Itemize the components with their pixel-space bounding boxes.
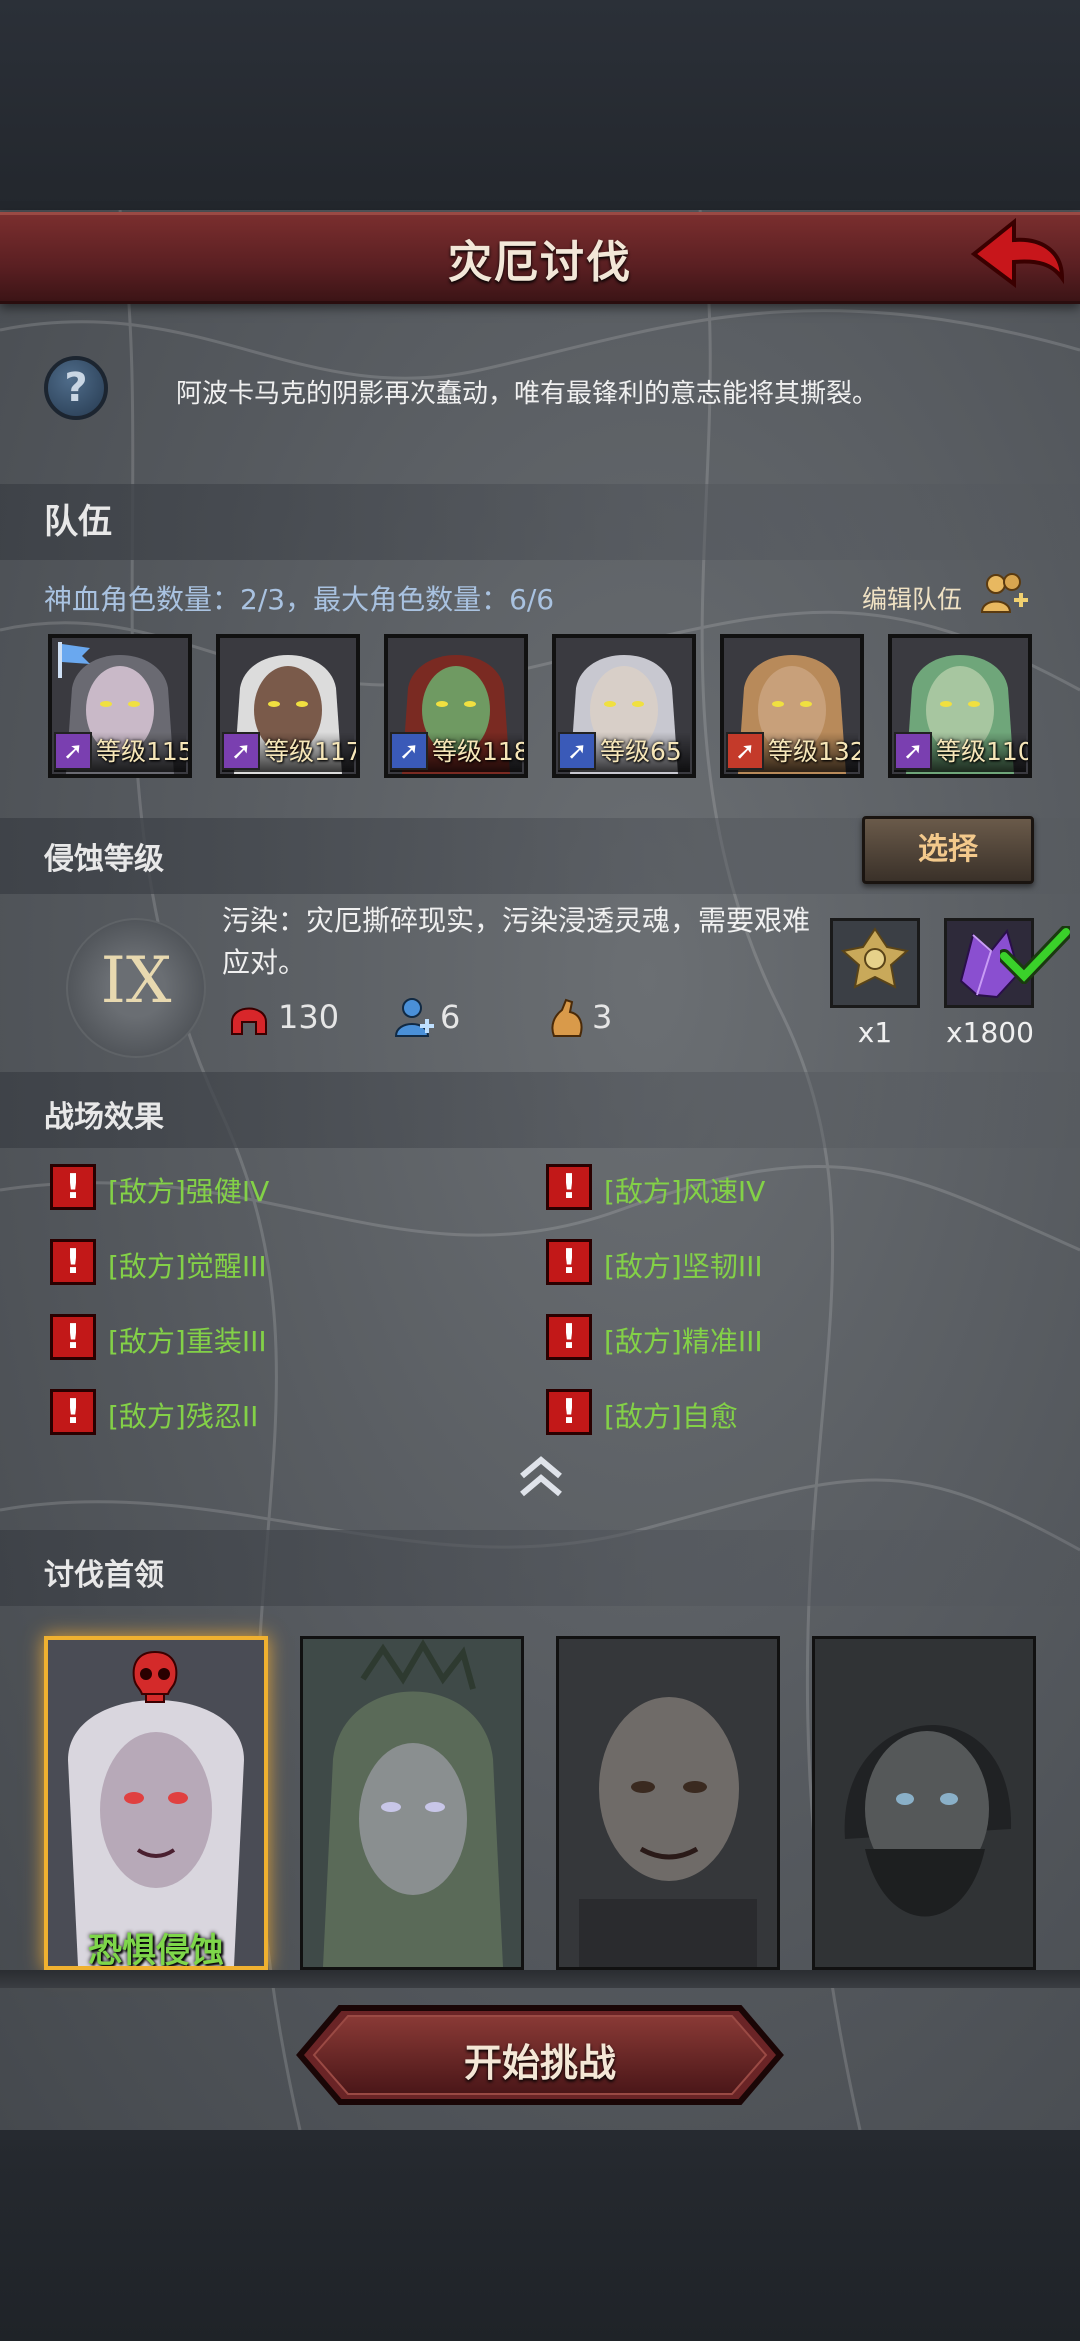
reward-count-2: x1800 <box>946 1016 1034 1049</box>
effect-label: [敌方]觉醒III <box>108 1250 267 1283</box>
collapse-chevron-icon[interactable] <box>516 1452 566 1502</box>
alert-icon: ! <box>50 1314 96 1360</box>
battlefield-effect[interactable]: ! [敌方]残忍II <box>50 1389 490 1437</box>
boss-name: 恐惧侵蚀 <box>88 1931 224 1970</box>
effect-label: [敌方]自愈 <box>604 1400 738 1433</box>
battlefield-effect[interactable]: ! [敌方]精准III <box>546 1314 986 1362</box>
hero-level: 等级115 <box>96 737 192 766</box>
team-title: 队伍 <box>44 502 112 542</box>
emblem-icon <box>833 921 917 1005</box>
alert-icon: ! <box>546 1389 592 1435</box>
battlefield-title: 战场效果 <box>44 1100 164 1135</box>
reward-emblem[interactable] <box>830 918 920 1008</box>
back-arrow-icon[interactable] <box>968 216 1068 292</box>
boss-card-3[interactable] <box>556 1636 780 1970</box>
effect-label: [敌方]精准III <box>604 1325 763 1358</box>
boss-portrait-4 <box>815 1639 1033 1967</box>
effect-label: [敌方]重装III <box>108 1325 267 1358</box>
hero-level: 等级110 <box>936 737 1032 766</box>
boss-card-1[interactable]: 恐惧侵蚀 <box>44 1636 268 1970</box>
bottom-divider <box>0 1970 1080 1988</box>
hero-level: 等级65 <box>600 737 682 766</box>
leader-flag-icon <box>58 642 90 678</box>
top-backdrop <box>0 0 1080 210</box>
hero-level: 等级132 <box>768 737 864 766</box>
help-icon[interactable]: ? <box>44 356 108 420</box>
alert-icon: ! <box>546 1164 592 1210</box>
battlefield-effect[interactable]: ! [敌方]重装III <box>50 1314 490 1362</box>
effect-label: [敌方]残忍II <box>108 1400 259 1433</box>
effect-label: [敌方]坚韧III <box>604 1250 763 1283</box>
battlefield-effect[interactable]: ! [敌方]觉醒III <box>50 1239 490 1287</box>
effect-label: [敌方]风速IV <box>604 1175 766 1208</box>
helmet-icon <box>231 1007 267 1035</box>
staff-icon: ➚ <box>894 732 932 770</box>
alert-icon: ! <box>50 1389 96 1435</box>
team-section-band <box>0 484 1080 560</box>
battlefield-effect[interactable]: ! [敌方]风速IV <box>546 1164 986 1212</box>
staff-icon: ➚ <box>222 732 260 770</box>
boss-card-2[interactable] <box>300 1636 524 1970</box>
hero-slot-3[interactable]: ➚ 等级118 <box>384 634 528 778</box>
sword-icon: ➚ <box>390 732 428 770</box>
hand-icon <box>551 998 583 1037</box>
edit-team-button[interactable]: 编辑队伍 <box>862 580 962 616</box>
effect-label: [敌方]强健IV <box>108 1175 270 1208</box>
skull-icon <box>132 1650 178 1703</box>
boss-card-4[interactable] <box>812 1636 1036 1970</box>
battlefield-effect[interactable]: ! [敌方]坚韧III <box>546 1239 986 1287</box>
checkmark-icon <box>1000 926 1070 984</box>
hero-slot-2[interactable]: ➚ 等级117 <box>216 634 360 778</box>
hero-slot-6[interactable]: ➚ 等级110 <box>888 634 1032 778</box>
hero-slot-5[interactable]: ➚ 等级132 <box>720 634 864 778</box>
sword-icon: ➚ <box>558 732 596 770</box>
boss-portrait-3 <box>559 1639 777 1967</box>
event-description: 阿波卡马克的阴影再次蠢动，唯有最锋利的意志能将其撕裂。 <box>176 379 879 409</box>
battlefield-effect[interactable]: ! [敌方]自愈 <box>546 1389 986 1437</box>
boss-portrait-2 <box>303 1639 521 1967</box>
alert-icon: ! <box>50 1239 96 1285</box>
hero-level: 等级118 <box>432 737 528 766</box>
edit-team-icon[interactable] <box>980 572 1030 616</box>
pollution-text: 污染：灾厄撕碎现实，污染浸透灵魂，需要艰难应对。 <box>222 904 811 979</box>
bottom-backdrop <box>0 2130 1080 2341</box>
staff-icon: ➚ <box>54 732 92 770</box>
select-button[interactable]: 选择 <box>862 816 1034 884</box>
hero-slot-4[interactable]: ➚ 等级65 <box>552 634 696 778</box>
page-title: 灾厄讨伐 <box>448 237 632 288</box>
start-challenge-label: 开始挑战 <box>463 2041 616 2085</box>
ally-plus-icon <box>394 998 434 1037</box>
corruption-title: 侵蚀等级 <box>44 842 164 877</box>
stat-value-2: 6 <box>440 998 461 1036</box>
alert-icon: ! <box>50 1164 96 1210</box>
reward-count-1: x1 <box>857 1016 893 1049</box>
hero-level: 等级117 <box>264 737 360 766</box>
alert-icon: ! <box>546 1314 592 1360</box>
stat-value-1: 130 <box>278 998 340 1036</box>
stat-value-3: 3 <box>592 998 613 1036</box>
beast-icon: ➚ <box>726 732 764 770</box>
boss-title: 讨伐首领 <box>44 1558 164 1593</box>
battlefield-effect[interactable]: ! [敌方]强健IV <box>50 1164 490 1212</box>
hero-slot-1[interactable]: ➚ 等级115 <box>48 634 192 778</box>
alert-icon: ! <box>546 1239 592 1285</box>
team-count-stats: 神血角色数量：2/3，最大角色数量：6/6 <box>44 583 555 616</box>
corruption-level: IX <box>100 944 172 1018</box>
